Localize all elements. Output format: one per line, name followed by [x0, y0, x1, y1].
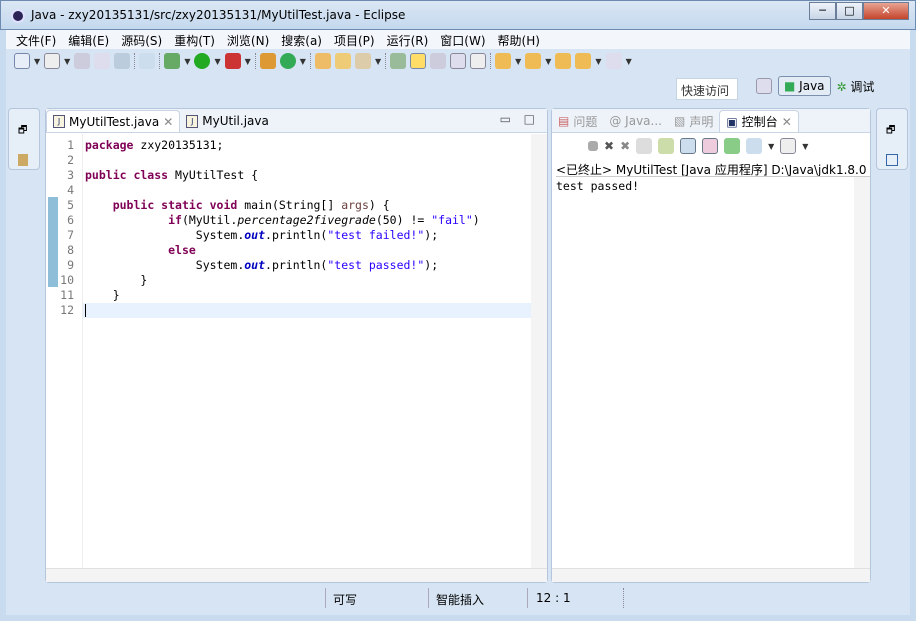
outline-icon[interactable] — [886, 154, 898, 166]
run-icon[interactable] — [194, 53, 211, 69]
search-icon[interactable] — [354, 53, 371, 69]
pilcrow-icon[interactable] — [470, 53, 487, 69]
show-whitespace-icon[interactable] — [450, 53, 467, 69]
code-editor[interactable]: 1 package zxy20135131; 2 3 public class My… — [46, 134, 547, 568]
back-icon[interactable] — [555, 53, 572, 69]
open-type-icon[interactable] — [314, 53, 331, 69]
status-bar: 可写 智能插入 12 : 1 — [6, 585, 910, 613]
close-tab-icon[interactable]: ✕ — [782, 115, 792, 129]
skip-breakpoints-icon[interactable] — [139, 53, 156, 69]
maximize-icon[interactable]: □ — [524, 112, 535, 126]
prev-annotation-icon[interactable] — [525, 53, 542, 69]
close-tab-icon[interactable]: ✕ — [163, 115, 173, 129]
console-horizontal-scrollbar[interactable] — [552, 568, 870, 582]
left-minimized-stack: 🗗 — [8, 108, 40, 170]
window-title: Java - zxy20135131/src/zxy20135131/MyUti… — [31, 8, 406, 22]
console-vertical-scrollbar[interactable] — [854, 177, 870, 568]
show-stdout-icon[interactable] — [680, 138, 697, 154]
next-annotation-icon[interactable] — [495, 53, 512, 69]
clear-console-icon[interactable] — [636, 138, 653, 154]
open-folder-icon[interactable] — [334, 53, 351, 69]
terminate-icon[interactable] — [588, 141, 598, 151]
right-minimized-stack: 🗗 — [876, 108, 908, 170]
main-toolbar: ▼ ▼ ▼ ▼ ▼ ▼ ▼ ▼ ▼ ▼ ▼ — [6, 50, 910, 72]
save-all-icon[interactable] — [94, 53, 111, 69]
print-icon[interactable] — [114, 53, 131, 69]
quick-access-input[interactable]: 快速访问 — [676, 78, 738, 100]
console-output: test passed! — [556, 179, 640, 193]
console-toolbar: ✖ ✖ ▼ ▼ — [588, 138, 808, 154]
menu-source[interactable]: 源码(S) — [115, 30, 168, 49]
forward-icon[interactable] — [575, 53, 592, 69]
console-icon: ▣ — [726, 114, 738, 129]
mark-occurrences-icon[interactable] — [410, 53, 427, 69]
minimize-button[interactable]: ─ — [809, 2, 836, 20]
debug-icon[interactable] — [164, 53, 181, 69]
new-icon[interactable] — [14, 53, 30, 69]
menu-help[interactable]: 帮助(H) — [492, 30, 546, 49]
restore-icon[interactable]: 🗗 — [886, 123, 898, 140]
debug-bug-icon: ✲ — [836, 79, 847, 94]
tab-problems[interactable]: ▤ 问题 — [552, 110, 603, 132]
close-button[interactable]: ✕ — [863, 2, 909, 20]
open-console-icon[interactable] — [780, 138, 797, 154]
java-perspective-button[interactable]: ■ Java — [778, 76, 831, 96]
menu-file[interactable]: 文件(F) — [10, 30, 62, 49]
block-selection-icon[interactable] — [430, 53, 447, 69]
new-package-icon[interactable] — [44, 53, 61, 69]
open-perspective-icon[interactable] — [756, 78, 772, 94]
tab-javadoc[interactable]: @ Java... — [603, 110, 668, 132]
save-icon[interactable] — [74, 53, 91, 69]
menu-navigate[interactable]: 浏览(N) — [221, 30, 275, 49]
status-writable: 可写 — [333, 593, 358, 607]
minimize-icon[interactable]: ▭ — [500, 112, 511, 126]
toggle-icon[interactable] — [390, 53, 407, 69]
menu-edit[interactable]: 编辑(E) — [62, 30, 115, 49]
menu-refactor[interactable]: 重构(T) — [168, 30, 221, 49]
scroll-lock-icon[interactable] — [658, 138, 675, 154]
java-perspective-icon: ■ — [784, 79, 796, 93]
display-console-icon[interactable] — [746, 138, 763, 154]
new-class-icon[interactable] — [279, 53, 296, 69]
declaration-icon: ▧ — [673, 114, 686, 128]
tab-myutiltest[interactable]: J MyUtilTest.java ✕ — [46, 110, 181, 132]
text-cursor — [85, 304, 86, 317]
editor-vertical-scrollbar[interactable] — [531, 134, 547, 568]
editor-horizontal-scrollbar[interactable] — [46, 568, 547, 582]
tab-console[interactable]: ▣ 控制台 ✕ — [719, 110, 799, 132]
debug-perspective-button[interactable]: ✲ 调试 — [837, 78, 875, 95]
status-insert-mode: 智能插入 — [436, 593, 485, 607]
restore-icon[interactable]: 🗗 — [18, 123, 30, 140]
remove-launch-icon[interactable]: ✖ — [604, 139, 614, 153]
maximize-button[interactable]: □ — [836, 2, 863, 20]
eclipse-icon — [11, 9, 25, 23]
package-explorer-icon[interactable] — [18, 154, 28, 166]
menu-project[interactable]: 项目(P) — [328, 30, 381, 49]
new-java-project-icon[interactable] — [259, 53, 276, 69]
problems-icon: ▤ — [558, 114, 570, 128]
status-cursor-position: 12 : 1 — [536, 591, 571, 605]
show-stderr-icon[interactable] — [702, 138, 719, 154]
menu-search[interactable]: 搜索(a) — [275, 30, 328, 49]
tab-myutil[interactable]: J MyUtil.java — [180, 110, 275, 132]
pin-console-icon[interactable] — [724, 138, 741, 154]
java-file-icon: J — [186, 114, 199, 128]
editor-panel: J MyUtilTest.java ✕ J MyUtil.java ▭ □ 1 pack… — [45, 108, 548, 583]
menu-run[interactable]: 运行(R) — [381, 30, 435, 49]
title-bar: Java - zxy20135131/src/zxy20135131/MyUti… — [0, 0, 916, 30]
next-edit-icon[interactable] — [605, 53, 622, 69]
menu-bar: 文件(F) 编辑(E) 源码(S) 重构(T) 浏览(N) 搜索(a) 项目(P… — [6, 30, 910, 49]
tab-declaration[interactable]: ▧ 声明 — [668, 110, 719, 132]
java-file-icon: J — [53, 115, 65, 128]
external-tools-icon[interactable] — [224, 53, 241, 69]
remove-all-icon[interactable]: ✖ — [620, 139, 630, 153]
menu-window[interactable]: 窗口(W) — [434, 30, 491, 49]
console-panel: ▤ 问题 @ Java... ▧ 声明 ▣ 控制台 ✕ ✖ ✖ ▼ ▼ <已终止> My… — [551, 108, 871, 583]
